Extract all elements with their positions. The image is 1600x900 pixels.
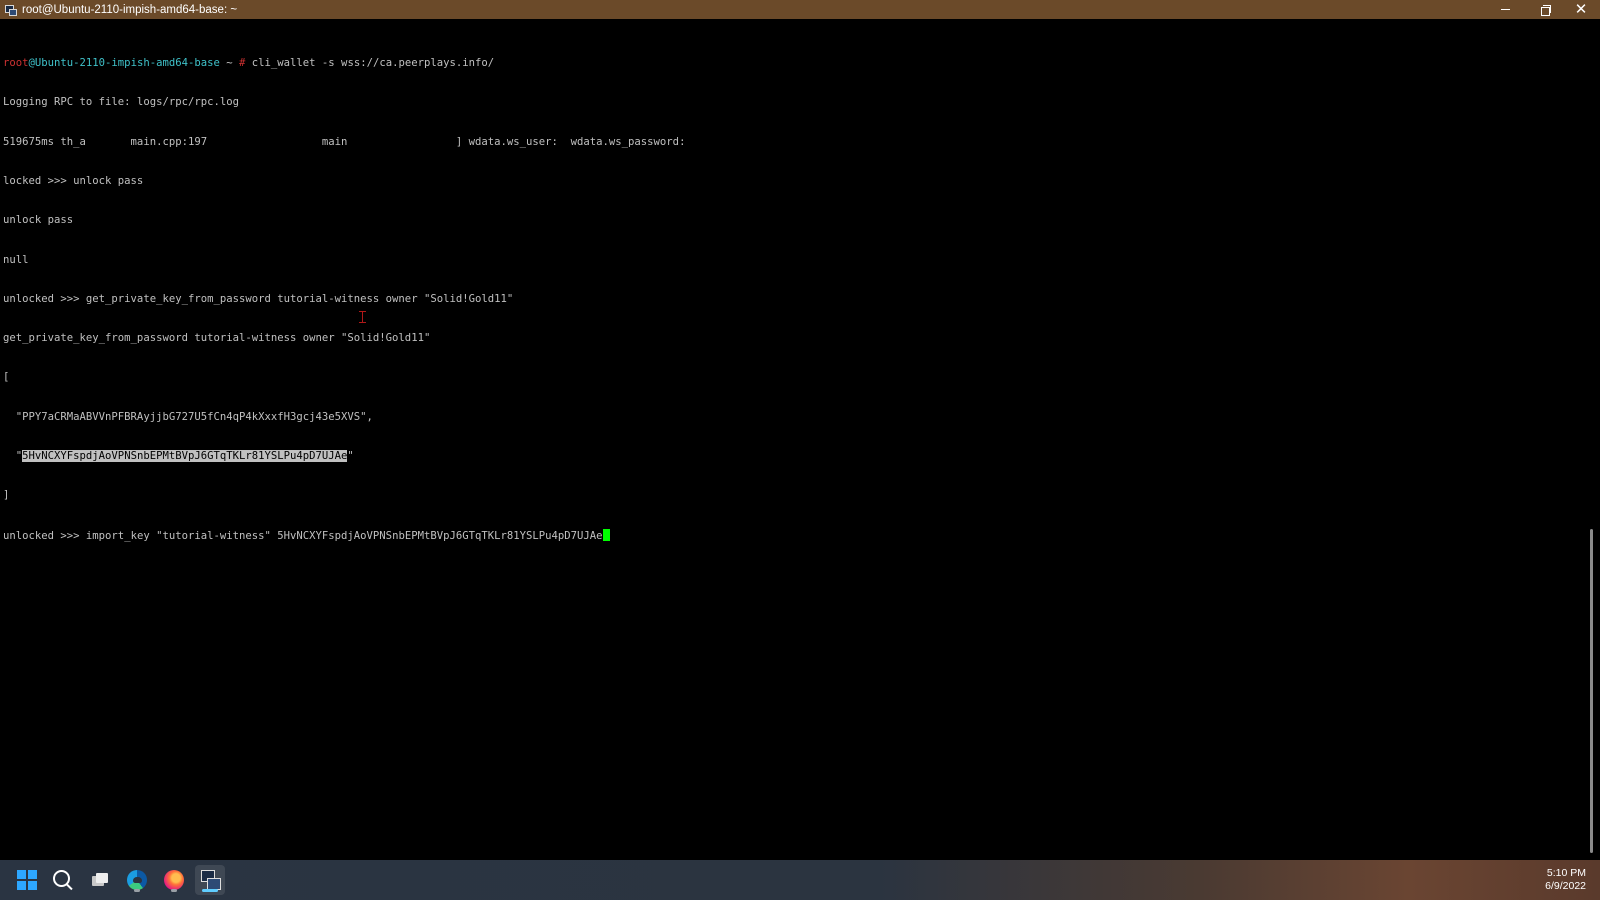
maximize-button[interactable]: [1524, 0, 1562, 19]
terminal-line: unlock pass: [3, 214, 74, 227]
terminal-scrollbar[interactable]: [1584, 19, 1600, 860]
task-view-icon[interactable]: [85, 865, 115, 895]
terminal-line: "PPY7aCRMaABVVnPFBRAyjjbG727U5fCn4qP4kXx…: [3, 410, 373, 423]
windows-start-icon[interactable]: [12, 865, 42, 895]
key-line-prefix: ": [3, 450, 23, 462]
terminal-line: Logging RPC to file: logs/rpc/rpc.log: [3, 96, 239, 109]
terminal-line: [: [3, 371, 10, 384]
terminal-line: unlocked >>> get_private_key_from_passwo…: [3, 292, 514, 305]
running-indicator: [134, 889, 140, 892]
prompt-path: ~: [219, 57, 239, 70]
scrollbar-thumb[interactable]: [1590, 529, 1593, 853]
terminal-line: root@Ubuntu-2110-impish-amd64-base ~ # c…: [3, 57, 685, 70]
terminal-line: ]: [3, 489, 10, 502]
close-button[interactable]: ✕: [1562, 0, 1600, 19]
minimize-button[interactable]: [1486, 0, 1524, 19]
terminal-line: "5HvNCXYFspdjAoVPNSnbEPMtBVpJ6GTqTKLr81Y…: [3, 450, 685, 463]
terminal-line: 519675ms th_a main.cpp:197 main ] wdata.…: [3, 135, 686, 148]
terminal-input-line[interactable]: unlocked >>> import_key "tutorial-witnes…: [3, 528, 685, 542]
terminal-area[interactable]: root@Ubuntu-2110-impish-amd64-base ~ # c…: [0, 19, 1584, 860]
prompt-user: root: [3, 57, 29, 70]
firefox-icon[interactable]: [159, 865, 189, 895]
putty-icon[interactable]: [195, 865, 225, 895]
edge-browser-icon[interactable]: [122, 865, 152, 895]
window-title: root@Ubuntu-2110-impish-amd64-base: ~: [22, 3, 238, 16]
text-cursor: [602, 528, 610, 541]
prompt-host: @Ubuntu-2110-impish-amd64-base: [28, 57, 220, 70]
terminal-line: locked >>> unlock pass: [3, 175, 144, 188]
putty-app-icon[interactable]: [4, 4, 17, 16]
terminal-output: root@Ubuntu-2110-impish-amd64-base ~ # c…: [3, 31, 685, 568]
terminal-line: get_private_key_from_password tutorial-w…: [3, 332, 431, 345]
current-input[interactable]: import_key "tutorial-witness" 5HvNCXYFsp…: [86, 530, 603, 542]
search-icon[interactable]: [48, 865, 78, 895]
window-titlebar[interactable]: root@Ubuntu-2110-impish-amd64-base: ~ ✕: [0, 0, 1600, 19]
terminal-line: null: [3, 253, 29, 266]
ibeam-pointer-icon: [359, 311, 366, 323]
clock-time: 5:10 PM: [1546, 867, 1586, 879]
command-text: cli_wallet -s wss://ca.peerplays.info/: [245, 57, 495, 70]
clock-date: 6/9/2022: [1545, 880, 1586, 892]
selected-private-key[interactable]: 5HvNCXYFspdjAoVPNSnbEPMtBVpJ6GTqTKLr81YS…: [22, 450, 348, 462]
key-line-suffix: ": [347, 450, 354, 462]
current-prompt: unlocked >>>: [3, 529, 86, 542]
system-clock[interactable]: 5:10 PM 6/9/2022: [1545, 867, 1586, 893]
taskbar: 5:10 PM 6/9/2022: [0, 860, 1600, 900]
running-indicator: [171, 889, 177, 892]
active-indicator: [202, 889, 218, 892]
